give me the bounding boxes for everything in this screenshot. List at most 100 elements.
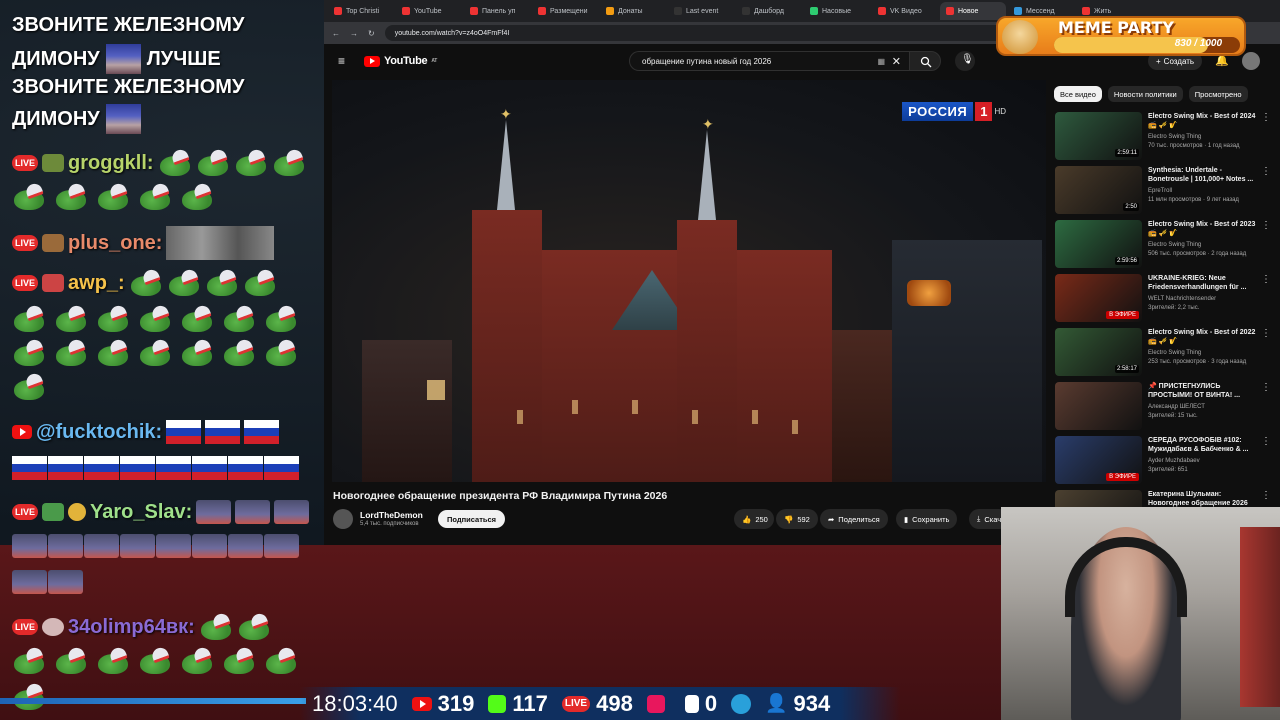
download-icon: ⤓	[977, 514, 981, 523]
recommendation-item[interactable]: 2:59:11 Electro Swing Mix - Best of 2024…	[1055, 112, 1271, 166]
subscribe-button[interactable]: Подписаться	[438, 510, 506, 528]
recommendation-thumbnail[interactable]: В ЭФИРЕ	[1055, 274, 1142, 322]
recommendation-meta: Зрителей: 15 тыс.	[1148, 413, 1198, 419]
recommendation-title[interactable]: СЕРЕДА РУСОФОБІВ #102: Мужидабаєв & Бабч…	[1148, 436, 1260, 454]
more-options-icon[interactable]: ⋮	[1261, 328, 1271, 339]
browser-tab[interactable]: Дашборд	[736, 2, 802, 20]
user-badge-icon	[42, 503, 65, 521]
browser-tab[interactable]: Панель уп	[464, 2, 530, 20]
browser-tab[interactable]: Размещени	[532, 2, 598, 20]
user-badge-icon	[42, 154, 65, 172]
recommendation-channel: WELT Nachrichtensender	[1148, 296, 1217, 302]
recommendation-title[interactable]: Electro Swing Mix - Best of 2024 📻 🎺 🎷	[1148, 112, 1260, 130]
recommendation-title[interactable]: Electro Swing Mix - Best of 2023 📻 🎺 🎷	[1148, 220, 1260, 238]
browser-tab[interactable]: YouTube	[396, 2, 462, 20]
channel-avatar[interactable]	[333, 509, 353, 529]
recommendation-title[interactable]: Екатерина Шульман: Новогоднее обращение …	[1148, 490, 1260, 508]
telegram-icon	[731, 693, 752, 714]
emote-row	[12, 534, 299, 558]
frog-emote-icon	[54, 306, 88, 332]
tab-label: VK Видео	[890, 7, 922, 15]
recommendation-meta: 70 тыс. просмотров · 1 год назад	[1148, 143, 1240, 149]
like-button[interactable]: 👍 250	[734, 509, 774, 529]
recommendation-title[interactable]: 📌 ПРИСТЕГНУЛИСЬ ПРОСТЫМИ! ОТ ВИНТА! ...	[1148, 382, 1260, 400]
video-title: Новогоднее обращение президента РФ Влади…	[333, 490, 668, 502]
recommendation-item[interactable]: В ЭФИРЕ СЕРЕДА РУСОФОБІВ #102: Мужидабає…	[1055, 436, 1271, 490]
browser-tab[interactable]: Насовые	[804, 2, 870, 20]
recommendation-title[interactable]: Synthesia: Undertale - Bonetrousle | 101…	[1148, 166, 1260, 184]
search-query: обращение путина новый год 2026	[642, 56, 772, 66]
forward-icon[interactable]: →	[350, 29, 358, 38]
channel-name[interactable]: LordTheDemon	[360, 510, 423, 520]
emote-icon	[274, 500, 310, 524]
tab-favicon-icon	[334, 7, 342, 15]
recommendation-item[interactable]: 2:58:17 Electro Swing Mix - Best of 2022…	[1055, 328, 1271, 382]
more-options-icon[interactable]: ⋮	[1261, 382, 1271, 393]
share-button[interactable]: ➦ Поделиться	[820, 509, 888, 529]
recommendation-item[interactable]: 📌 ПРИСТЕГНУЛИСЬ ПРОСТЫМИ! ОТ ВИНТА! ... …	[1055, 382, 1271, 436]
back-icon[interactable]: ←	[332, 29, 340, 38]
chip-politics-news[interactable]: Новости политики	[1107, 86, 1183, 102]
youtube-viewers: 319	[411, 690, 475, 717]
frog-emote-icon	[264, 340, 298, 366]
chip-all-videos[interactable]: Все видео	[1054, 86, 1102, 102]
frog-emote-icon	[96, 184, 130, 210]
browser-tab[interactable]: Новое	[940, 2, 1006, 20]
account-avatar[interactable]	[1242, 52, 1260, 70]
clear-search-icon[interactable]: ✕	[892, 55, 901, 68]
recommendation-meta: Зрителей: 2,2 тыс.	[1148, 305, 1200, 311]
rutube-viewer-count: 0	[704, 690, 718, 716]
recommendation-title[interactable]: Electro Swing Mix - Best of 2022 📻 🎺 🎷	[1148, 328, 1260, 346]
frog-emote-icon	[180, 648, 214, 674]
more-options-icon[interactable]: ⋮	[1261, 166, 1271, 177]
recommendation-thumbnail[interactable]: 2:59:11	[1055, 112, 1142, 160]
dislike-count: 592	[797, 514, 810, 524]
recommendation-thumbnail[interactable]: 2:50	[1055, 166, 1142, 214]
more-options-icon[interactable]: ⋮	[1261, 436, 1271, 447]
recommendation-thumbnail[interactable]	[1055, 382, 1142, 430]
dislike-button[interactable]: 👎 592	[776, 509, 818, 529]
recommendation-thumbnail[interactable]: 2:59:56	[1055, 220, 1142, 268]
youtube-logo[interactable]: YouTube AT	[364, 55, 437, 67]
recommendation-item[interactable]: В ЭФИРЕ UKRAINE-KRIEG: Neue Friedensverh…	[1055, 274, 1271, 328]
tab-label: Мессенд	[1026, 7, 1055, 15]
recommendation-title[interactable]: UKRAINE-KRIEG: Neue Friedensverhandlunge…	[1148, 274, 1260, 292]
emote-icon	[48, 534, 83, 558]
telegram-stat	[731, 693, 752, 714]
chat-user: LIVE awp_:	[12, 270, 277, 296]
webcam-feed	[1001, 507, 1280, 720]
frog-emote-icon	[96, 648, 130, 674]
emote-icon	[84, 534, 119, 558]
russian-flag-icon	[156, 456, 191, 480]
browser-tab[interactable]: Top Christi	[328, 2, 394, 20]
recommendation-thumbnail[interactable]: 2:58:17	[1055, 328, 1142, 376]
search-button[interactable]	[909, 51, 941, 71]
meme-progress-count: 830 / 1000	[1174, 38, 1222, 49]
chip-watched[interactable]: Просмотрено	[1188, 86, 1248, 102]
browser-tab[interactable]: Донаты	[600, 2, 666, 20]
browser-tab[interactable]: Last event	[668, 2, 734, 20]
recommendation-item[interactable]: 2:59:56 Electro Swing Mix - Best of 2023…	[1055, 220, 1271, 274]
menu-icon[interactable]: ≡	[338, 54, 345, 68]
save-button[interactable]: ▮ Сохранить	[896, 509, 958, 529]
url-field[interactable]: youtube.com/watch?v=z4oO4FmFf4I	[384, 25, 1005, 41]
frog-emote-icon	[12, 184, 46, 210]
headphones	[1065, 537, 1187, 617]
browser-tab[interactable]: VK Видео	[872, 2, 938, 20]
voice-search-button[interactable]: 🎙	[955, 51, 975, 71]
emote-icon	[105, 104, 141, 134]
keyboard-icon[interactable]: ▦	[877, 57, 885, 66]
more-options-icon[interactable]: ⋮	[1261, 490, 1271, 501]
chat-message-line: ДИМОНУ ЛУЧШЕ	[12, 44, 221, 74]
search-input[interactable]: обращение путина новый год 2026 ▦ ✕	[629, 51, 909, 71]
recommendation-thumbnail[interactable]: В ЭФИРЕ	[1055, 436, 1142, 484]
youtube-viewer-count: 319	[437, 690, 475, 716]
more-options-icon[interactable]: ⋮	[1261, 220, 1271, 231]
reload-icon[interactable]: ↻	[368, 29, 375, 38]
more-options-icon[interactable]: ⋮	[1261, 274, 1271, 285]
broadcaster-logo-text: РОССИЯ	[902, 102, 974, 121]
recommendation-item[interactable]: 2:50 Synthesia: Undertale - Bonetrousle …	[1055, 166, 1271, 220]
more-options-icon[interactable]: ⋮	[1261, 112, 1271, 123]
video-player[interactable]: РОССИЯ 1 HD ✦ ✦	[332, 80, 1046, 482]
frog-emote-icon	[12, 648, 46, 674]
